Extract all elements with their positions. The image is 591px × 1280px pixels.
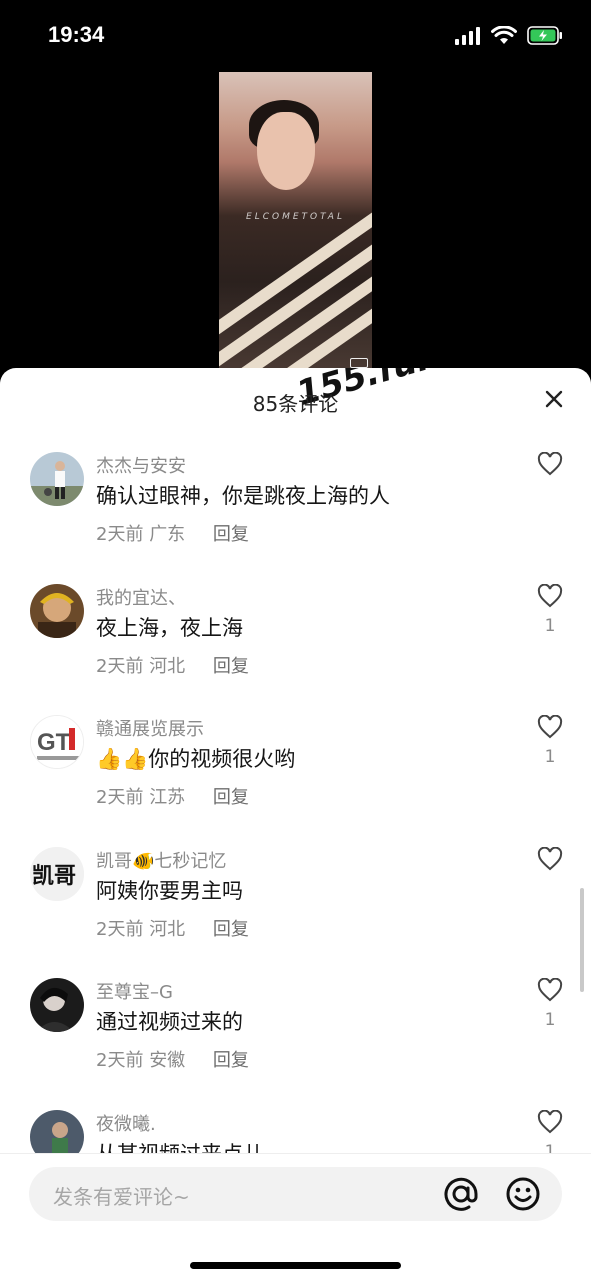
reply-button[interactable]: 回复: [213, 787, 249, 808]
video-watermark: ELCOMETOTAL: [246, 212, 345, 222]
like-count: 1: [544, 1010, 556, 1030]
heart-icon[interactable]: [537, 714, 563, 739]
heart-icon[interactable]: [537, 451, 563, 476]
status-icons: [455, 26, 563, 45]
avatar[interactable]: [30, 978, 84, 1032]
signal-icon: [455, 26, 480, 45]
wifi-icon: [491, 26, 517, 44]
comment-text: 通过视频过来的: [96, 1010, 243, 1034]
comment-item: 至尊宝–G 通过视频过来的 2天前 安徽 回复 1: [0, 964, 591, 1094]
comment-input[interactable]: 发条有爱评论~: [29, 1167, 562, 1221]
comment-item: GT 赣通展览展示 👍👍你的视频很火哟 2天前 江苏 回复 1: [0, 701, 591, 831]
heart-icon[interactable]: [537, 977, 563, 1002]
avatar-logo-text: GT: [37, 729, 71, 756]
comment-location: 广东: [149, 524, 186, 545]
comment-meta: 2天前 河北 回复: [96, 652, 249, 678]
camera-icon: [350, 358, 368, 368]
status-bar: 19:34: [0, 0, 591, 70]
like-count: 1: [544, 747, 556, 767]
status-time: 19:34: [48, 22, 105, 47]
comment-time: 2天前: [96, 919, 144, 940]
comment-author[interactable]: 至尊宝–G: [96, 978, 173, 1004]
comment-item: 夜微曦. 从某视频过来点儿 1: [0, 1096, 591, 1154]
heart-icon[interactable]: [537, 583, 563, 608]
comment-author[interactable]: 赣通展览展示: [96, 715, 204, 741]
reply-button[interactable]: 回复: [213, 1050, 249, 1071]
comment-location: 安徽: [149, 1050, 186, 1071]
battery-icon: [527, 26, 562, 45]
comment-time: 2天前: [96, 524, 144, 545]
avatar[interactable]: 凯哥: [30, 847, 84, 901]
like-button[interactable]: 1: [536, 583, 564, 636]
scrollbar[interactable]: [580, 888, 584, 992]
comment-location: 河北: [149, 656, 186, 677]
comment-author[interactable]: 我的宜达、: [96, 584, 186, 610]
close-icon[interactable]: [543, 388, 565, 410]
comment-text: 👍👍你的视频很火哟: [96, 747, 296, 771]
comment-item: 凯哥 凯哥🐠七秒记忆 阿姨你要男主吗 2天前 河北 回复: [0, 833, 591, 963]
smile-icon[interactable]: [505, 1176, 541, 1212]
at-icon[interactable]: [443, 1176, 479, 1212]
comment-location: 江苏: [149, 787, 186, 808]
comment-input-placeholder[interactable]: 发条有爱评论~: [53, 1181, 190, 1210]
heart-icon[interactable]: [537, 846, 563, 871]
like-button[interactable]: [536, 451, 564, 484]
comment-location: 河北: [149, 919, 186, 940]
comment-input-bar: 发条有爱评论~: [0, 1153, 591, 1280]
comment-time: 2天前: [96, 656, 144, 677]
comment-text: 从某视频过来点儿: [96, 1142, 264, 1154]
avatar-calligraphy-text: 凯哥: [32, 863, 76, 889]
comment-author[interactable]: 杰杰与安安: [96, 452, 186, 478]
avatar[interactable]: [30, 452, 84, 506]
comment-text: 阿姨你要男主吗: [96, 879, 243, 903]
comment-text: 确认过眼神，你是跳夜上海的人: [96, 484, 390, 508]
comment-list[interactable]: 杰杰与安安 确认过眼神，你是跳夜上海的人 2天前 广东 回复 我的宜达、 夜上海…: [0, 438, 591, 1154]
comment-meta: 2天前 安徽 回复: [96, 1046, 249, 1072]
comment-text: 夜上海，夜上海: [96, 616, 243, 640]
video-thumbnail[interactable]: ELCOMETOTAL: [219, 72, 372, 372]
comment-author[interactable]: 夜微曦.: [96, 1110, 156, 1136]
like-count: 1: [544, 616, 556, 636]
video-area[interactable]: ELCOMETOTAL: [0, 70, 591, 380]
reply-button[interactable]: 回复: [213, 656, 249, 677]
heart-icon[interactable]: [537, 1109, 563, 1134]
comment-time: 2天前: [96, 1050, 144, 1071]
like-button[interactable]: 1: [536, 714, 564, 767]
comment-meta: 2天前 广东 回复: [96, 520, 249, 546]
like-button[interactable]: [536, 846, 564, 879]
avatar[interactable]: GT: [30, 715, 84, 769]
comment-sheet: 155.fun看完整版 85条评论 杰杰与安安 确认过眼神，你是跳夜上海的人: [0, 368, 591, 1280]
comment-count-title: 85条评论: [252, 392, 339, 416]
comment-author[interactable]: 凯哥🐠七秒记忆: [96, 847, 226, 873]
like-button[interactable]: 1: [536, 1109, 564, 1154]
comment-meta: 2天前 河北 回复: [96, 915, 249, 941]
like-button[interactable]: 1: [536, 977, 564, 1030]
home-indicator[interactable]: [190, 1262, 401, 1269]
comment-item: 杰杰与安安 确认过眼神，你是跳夜上海的人 2天前 广东 回复: [0, 438, 591, 568]
reply-button[interactable]: 回复: [213, 524, 249, 545]
comment-item: 我的宜达、 夜上海，夜上海 2天前 河北 回复 1: [0, 570, 591, 700]
reply-button[interactable]: 回复: [213, 919, 249, 940]
comment-meta: 2天前 江苏 回复: [96, 783, 249, 809]
comment-time: 2天前: [96, 787, 144, 808]
avatar[interactable]: [30, 584, 84, 638]
avatar[interactable]: [30, 1110, 84, 1154]
